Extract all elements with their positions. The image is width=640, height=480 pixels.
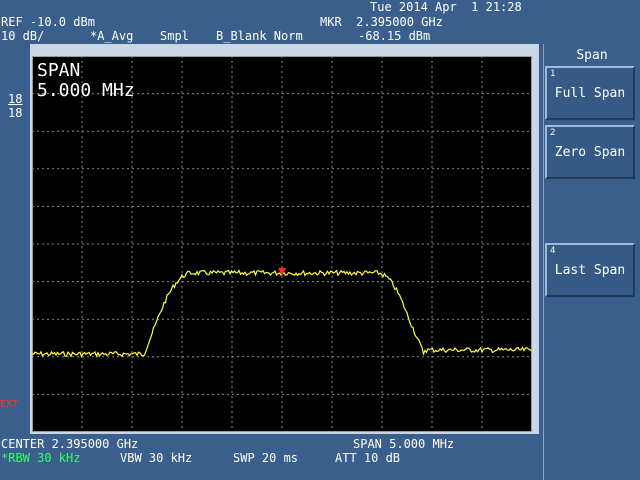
span-readout: SPAN 5.000 MHz: [353, 437, 455, 451]
softkey-label: Full Span: [554, 86, 626, 101]
softkey-number: 2: [550, 128, 556, 138]
datetime-readout: Tue 2014 Apr 1 21:28: [370, 0, 522, 14]
marker-frequency: MKR 2.395000 GHz: [320, 15, 443, 29]
softkey-label: Zero Span: [554, 145, 626, 160]
marker-level: -68.15 dBm: [358, 29, 431, 43]
span-title: SPAN: [37, 60, 80, 81]
trace-b-status: B_Blank Norm: [216, 29, 303, 43]
sweep-time-readout: SWP 20 ms: [233, 451, 299, 465]
softkey-number: 1: [550, 69, 556, 79]
softkey-zero-span[interactable]: 2 Zero Span: [545, 125, 635, 179]
scale-per-division: 10 dB/: [1, 29, 45, 43]
softkey-label: Last Span: [554, 263, 626, 278]
level-marker-top: 18: [8, 92, 23, 106]
trace-display: SPAN 5.000 MHz: [32, 56, 532, 432]
span-value: 5.000 MHz: [37, 80, 135, 101]
detector-mode: Smpl: [160, 29, 189, 43]
softkey-full-span[interactable]: 1 Full Span: [545, 66, 635, 120]
trace-mode: *A_Avg: [90, 29, 134, 43]
vbw-readout: VBW 30 kHz: [120, 451, 193, 465]
softkey-menu-title: Span: [576, 48, 608, 63]
level-marker-bottom: 18: [8, 106, 23, 120]
center-frequency: CENTER 2.395000 GHz: [1, 437, 139, 451]
reference-level: REF -10.0 dBm: [1, 15, 95, 29]
rbw-readout: *RBW 30 kHz: [1, 451, 81, 465]
softkey-last-span[interactable]: 4 Last Span: [545, 243, 635, 297]
softkey-number: 4: [550, 246, 556, 256]
attenuation-readout: ATT 10 dB: [335, 451, 401, 465]
ext-reference-indicator: EXT: [0, 399, 19, 410]
